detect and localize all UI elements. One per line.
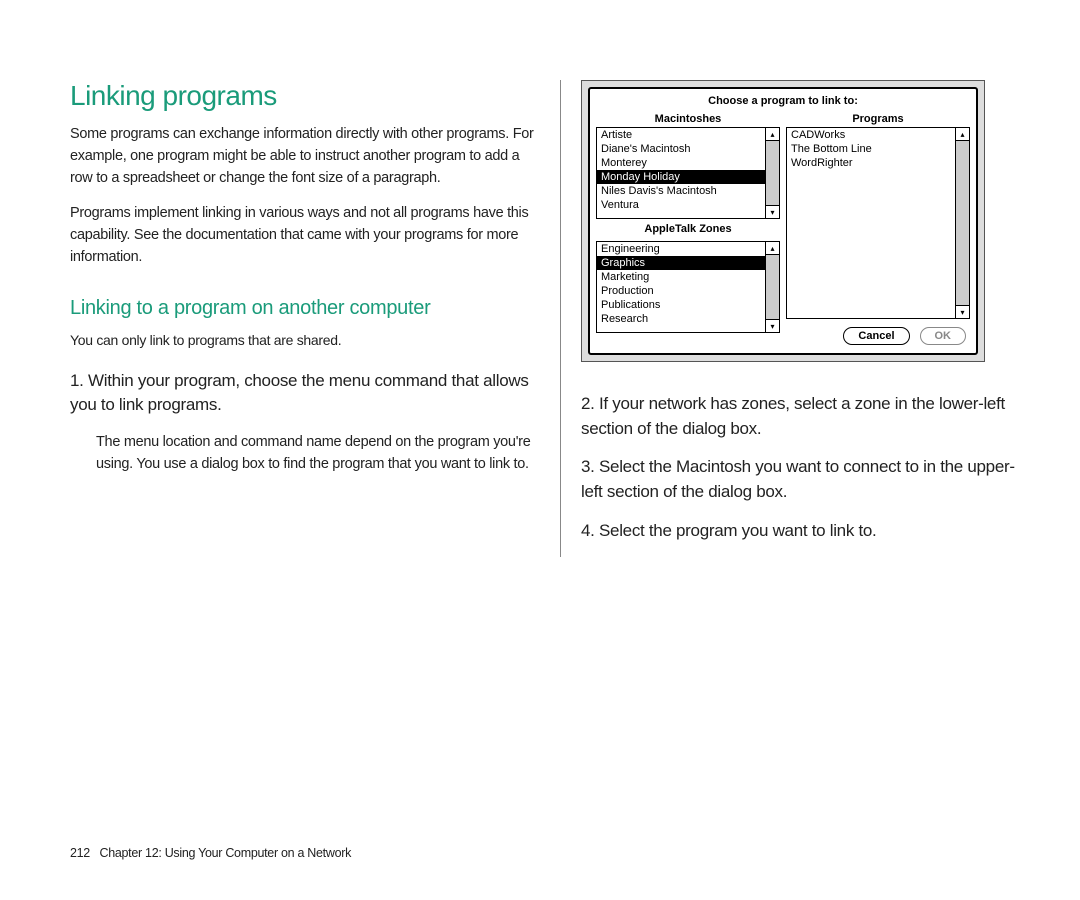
programs-header: Programs: [786, 111, 970, 127]
step-2: 2. If your network has zones, select a z…: [581, 392, 1031, 441]
scroll-up-icon[interactable]: ▴: [766, 128, 779, 141]
cancel-button[interactable]: Cancel: [843, 327, 909, 345]
ok-button[interactable]: OK: [920, 327, 967, 345]
list-item[interactable]: CADWorks: [787, 128, 955, 142]
scroll-up-icon[interactable]: ▴: [956, 128, 969, 141]
list-item[interactable]: Research: [597, 312, 765, 326]
scrollbar[interactable]: ▴ ▾: [765, 242, 779, 332]
list-item[interactable]: Diane's Macintosh: [597, 142, 765, 156]
list-item[interactable]: Artiste: [597, 128, 765, 142]
macintoshes-listbox[interactable]: Artiste Diane's Macintosh Monterey Monda…: [596, 127, 780, 219]
step-3: 3. Select the Macintosh you want to conn…: [581, 455, 1031, 504]
scroll-down-icon[interactable]: ▾: [956, 305, 969, 318]
heading-linking-programs: Linking programs: [70, 80, 540, 112]
intro-paragraph-2: Programs implement linking in various wa…: [70, 203, 540, 268]
dialog-title: Choose a program to link to:: [596, 93, 970, 111]
step-1-sub: The menu location and command name depen…: [96, 432, 540, 476]
macintoshes-header: Macintoshes: [596, 111, 780, 127]
scroll-down-icon[interactable]: ▾: [766, 205, 779, 218]
list-item[interactable]: Marketing: [597, 270, 765, 284]
chapter-label: Chapter 12: Using Your Computer on a Net…: [100, 846, 352, 860]
scrollbar[interactable]: ▴ ▾: [955, 128, 969, 318]
shared-note: You can only link to programs that are s…: [70, 330, 540, 351]
list-item-selected[interactable]: Graphics: [597, 256, 765, 270]
list-item[interactable]: Ventura: [597, 198, 765, 212]
list-item-selected[interactable]: Monday Holiday: [597, 170, 765, 184]
list-item[interactable]: Production: [597, 284, 765, 298]
page-footer: 212 Chapter 12: Using Your Computer on a…: [70, 846, 351, 860]
heading-linking-to-program: Linking to a program on another computer: [70, 297, 540, 320]
list-item[interactable]: Publications: [597, 298, 765, 312]
programs-listbox[interactable]: CADWorks The Bottom Line WordRighter ▴ ▾: [786, 127, 970, 319]
intro-paragraph-1: Some programs can exchange information d…: [70, 124, 540, 189]
zones-header: AppleTalk Zones: [596, 219, 780, 237]
list-item[interactable]: Engineering: [597, 242, 765, 256]
scrollbar[interactable]: ▴ ▾: [765, 128, 779, 218]
scroll-up-icon[interactable]: ▴: [766, 242, 779, 255]
scroll-down-icon[interactable]: ▾: [766, 319, 779, 332]
step-4: 4. Select the program you want to link t…: [581, 519, 1031, 544]
zones-listbox[interactable]: Engineering Graphics Marketing Productio…: [596, 241, 780, 333]
list-item[interactable]: Monterey: [597, 156, 765, 170]
list-item[interactable]: Niles Davis's Macintosh: [597, 184, 765, 198]
page-number: 212: [70, 846, 90, 860]
list-item[interactable]: The Bottom Line: [787, 142, 955, 156]
step-1: 1. Within your program, choose the menu …: [70, 369, 540, 418]
list-item[interactable]: WordRighter: [787, 156, 955, 170]
link-dialog-screenshot: Choose a program to link to: Macintoshes…: [581, 80, 985, 362]
